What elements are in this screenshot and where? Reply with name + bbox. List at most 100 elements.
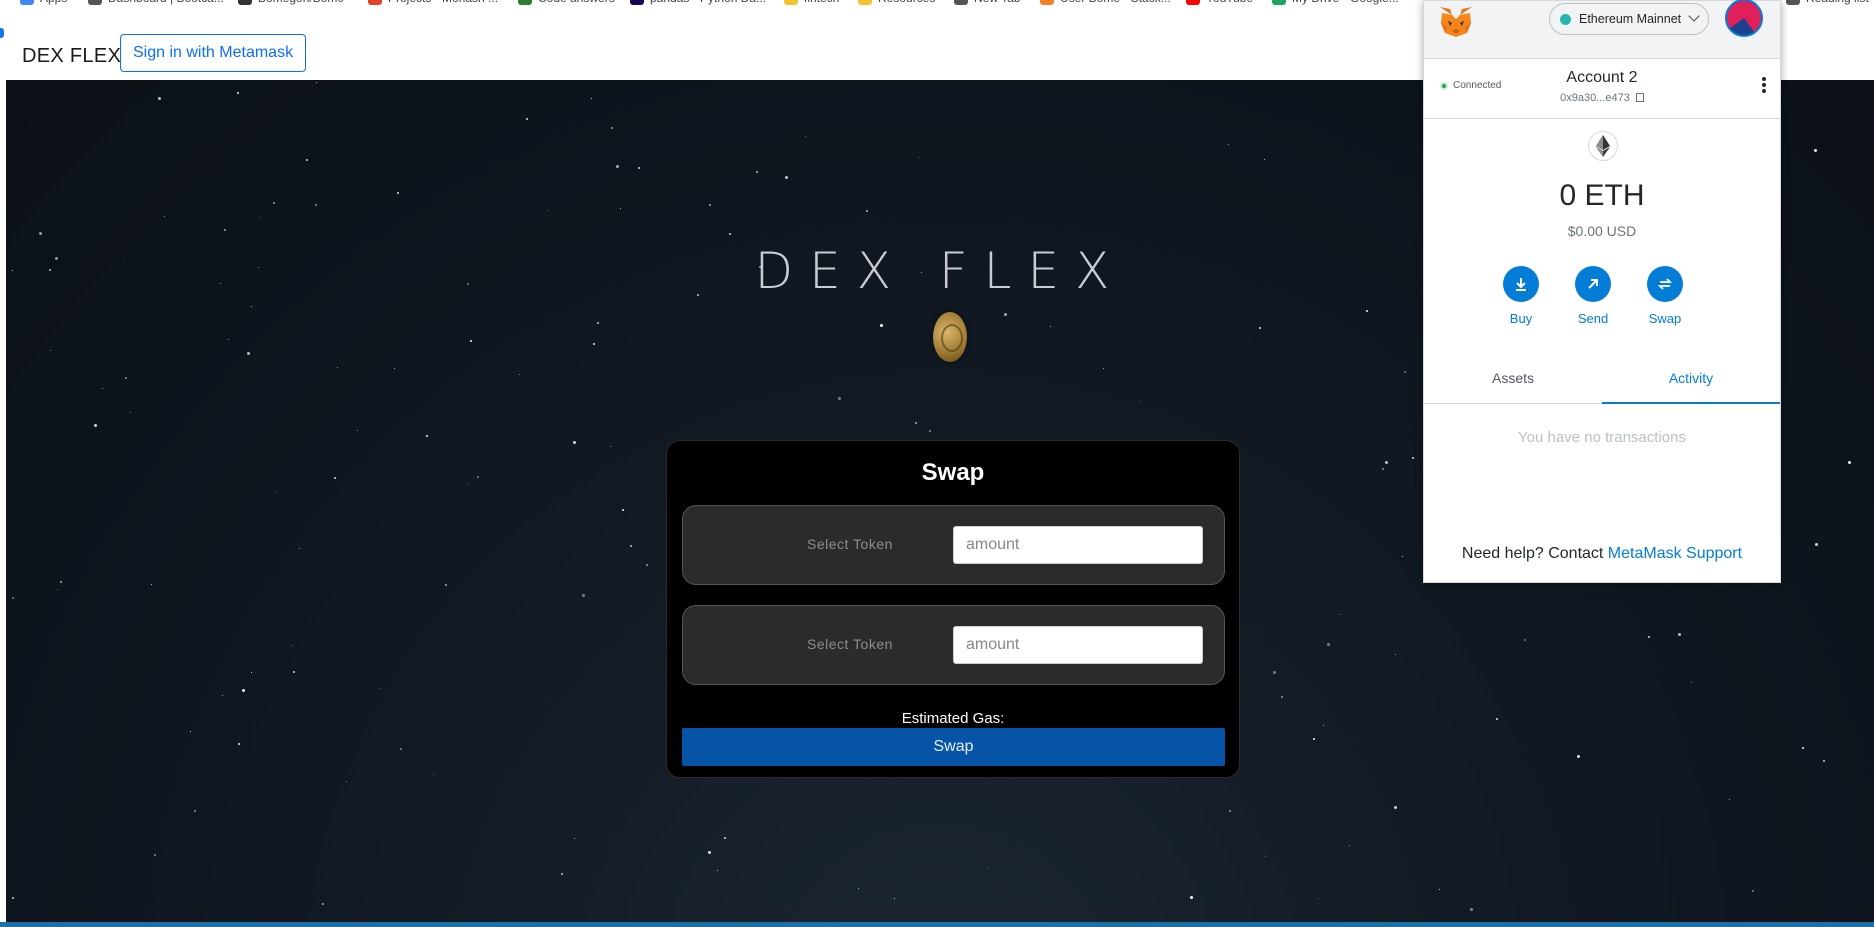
star: [1327, 643, 1330, 646]
bookmark-item[interactable]: My Drive - Google...: [1272, 0, 1399, 5]
network-name: Ethereum Mainnet: [1579, 12, 1682, 26]
star: [1691, 682, 1692, 683]
to-amount-input[interactable]: amount: [953, 626, 1203, 664]
star: [616, 165, 619, 168]
star: [729, 233, 731, 235]
tab-assets[interactable]: Assets: [1424, 356, 1602, 404]
bookmark-icon: [88, 0, 102, 5]
download-icon: [1503, 266, 1539, 302]
metamask-swap-button[interactable]: Swap: [1635, 266, 1695, 326]
from-amount-input[interactable]: amount: [953, 526, 1203, 564]
star: [1385, 461, 1388, 464]
star: [251, 306, 252, 307]
from-token-box: Select Token amount: [682, 505, 1225, 585]
star: [1802, 747, 1804, 749]
star: [1366, 310, 1368, 312]
metamask-swap-label: Swap: [1648, 311, 1682, 326]
star: [519, 374, 520, 375]
star: [1752, 890, 1754, 892]
star: [708, 851, 711, 854]
star: [222, 695, 223, 696]
star: [39, 232, 42, 235]
bookmark-item[interactable]: Dashboard | Bootca...: [88, 0, 224, 5]
bookmark-icon: [858, 0, 872, 5]
bookmark-item[interactable]: New Tab: [954, 0, 1020, 5]
bookmark-item[interactable]: Code answers: [518, 0, 615, 5]
chevron-down-icon: [1688, 10, 1700, 22]
star: [1648, 636, 1650, 638]
star: [561, 873, 563, 875]
bookmark-item[interactable]: Bomegoh/Bomc: [238, 0, 343, 5]
swap-title: Swap: [921, 459, 985, 486]
star: [224, 229, 226, 231]
star: [805, 136, 806, 137]
tab-activity[interactable]: Activity: [1602, 356, 1780, 404]
star: [1577, 755, 1580, 758]
metamask-fox-icon[interactable]: [1438, 5, 1474, 39]
from-select-token[interactable]: Select Token: [807, 536, 893, 552]
star: [1823, 760, 1825, 762]
buy-button[interactable]: Buy: [1491, 266, 1551, 326]
eth-balance: 0 ETH: [1559, 179, 1645, 212]
star: [400, 748, 402, 750]
bookmark-item[interactable]: pandas - Python Da...: [630, 0, 766, 5]
send-label: Send: [1577, 311, 1609, 326]
bookmark-item[interactable]: fintech: [784, 0, 839, 5]
bookmark-item[interactable]: Reading list: [1786, 0, 1869, 5]
star: [1103, 368, 1104, 369]
star: [247, 352, 250, 355]
star: [929, 430, 931, 432]
star: [380, 688, 381, 689]
signin-metamask-button[interactable]: Sign in with Metamask: [120, 34, 307, 72]
star: [610, 446, 611, 447]
star: [470, 340, 472, 342]
star: [164, 216, 165, 217]
bookmark-item[interactable]: YouTube: [1186, 0, 1253, 5]
star: [858, 888, 859, 889]
left-edge-indicator: [0, 28, 4, 38]
star: [611, 127, 613, 129]
star: [582, 594, 585, 597]
brand-logo[interactable]: DEX FLEX: [22, 45, 121, 68]
account-address[interactable]: 0x9a30...e473: [1424, 92, 1780, 104]
bookmark-label: fintech: [804, 0, 839, 5]
bookmark-item[interactable]: Resources: [858, 0, 935, 5]
star: [1496, 718, 1498, 720]
bookmark-item[interactable]: User Bome - Stack...: [1040, 0, 1171, 5]
bookmark-icon: [368, 0, 382, 5]
metamask-support-link[interactable]: MetaMask Support: [1608, 545, 1742, 562]
star: [1524, 639, 1526, 641]
star: [1404, 371, 1406, 373]
network-selector[interactable]: Ethereum Mainnet: [1549, 3, 1709, 35]
star: [94, 424, 97, 427]
copy-icon[interactable]: [1635, 93, 1644, 102]
star: [154, 854, 156, 856]
star: [1140, 401, 1141, 402]
star: [228, 339, 229, 340]
star: [334, 477, 336, 479]
star: [593, 343, 595, 345]
bookmark-item[interactable]: Apps: [20, 0, 67, 5]
send-button[interactable]: Send: [1563, 266, 1623, 326]
star: [397, 192, 399, 194]
taskbar-edge: [0, 922, 1874, 927]
bookmark-label: Bomegoh/Bomc: [258, 0, 343, 5]
star: [1395, 654, 1396, 655]
bookmark-icon: [1272, 0, 1286, 5]
star: [919, 157, 920, 158]
swap-arrows-icon: [1647, 266, 1683, 302]
bookmark-label: My Drive - Google...: [1292, 0, 1399, 5]
star: [1323, 725, 1324, 726]
star: [548, 210, 549, 211]
bookmark-icon: [1040, 0, 1054, 5]
metamask-topbar: Ethereum Mainnet: [1424, 0, 1780, 59]
bookmark-item[interactable]: Projects · Monash ...: [368, 0, 498, 5]
to-select-token[interactable]: Select Token: [807, 636, 893, 652]
account-avatar[interactable]: [1725, 0, 1763, 37]
bookmark-label: Projects · Monash ...: [388, 0, 498, 5]
account-options-icon[interactable]: [1761, 77, 1767, 97]
bookmark-icon: [20, 0, 34, 5]
swap-button[interactable]: Swap: [682, 728, 1225, 766]
star: [273, 202, 275, 204]
star: [1470, 908, 1473, 911]
